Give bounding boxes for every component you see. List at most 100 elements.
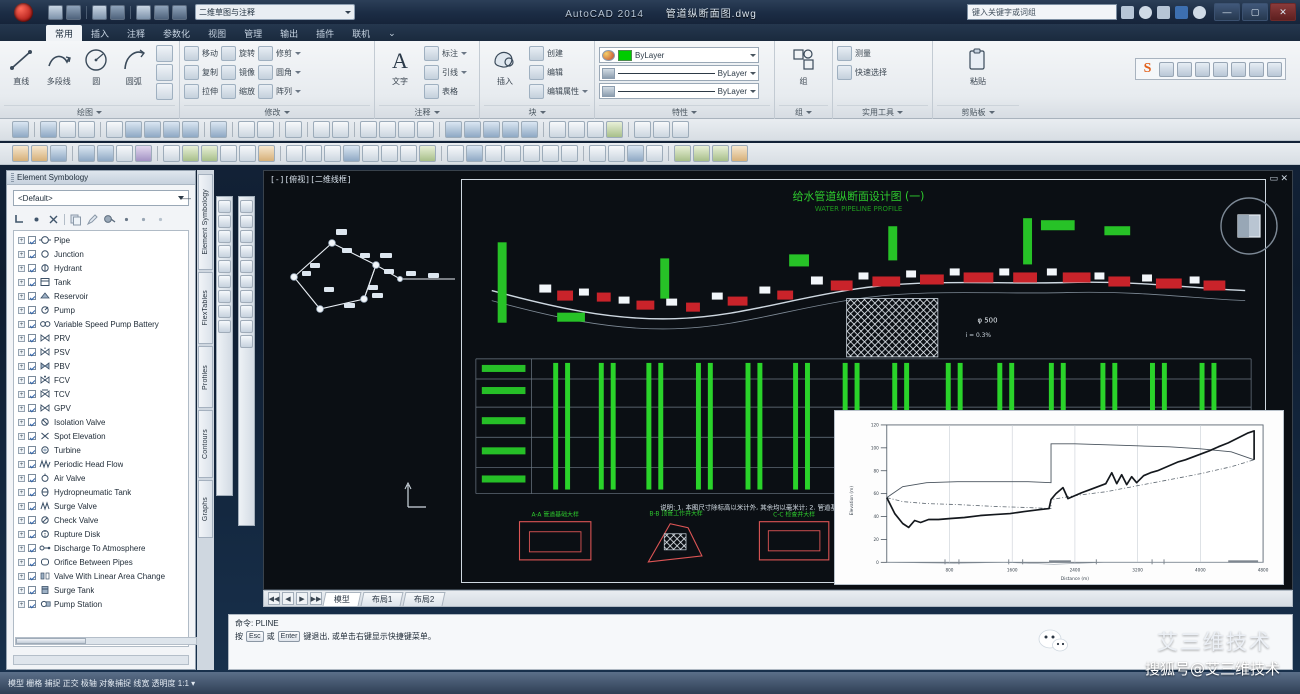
open-folder-icon[interactable] [66, 5, 81, 20]
toolbar-button[interactable] [59, 121, 76, 138]
toolbar-button[interactable] [201, 145, 218, 162]
expand-icon[interactable]: + [18, 587, 25, 594]
sidebar-tab-element-symbology[interactable]: Element Symbology [198, 174, 213, 270]
water-tool-icon[interactable] [218, 275, 231, 288]
water-tool-icon[interactable] [240, 245, 253, 258]
last-layout-button[interactable]: ▶▶ [310, 592, 322, 605]
toolbar-button[interactable] [398, 121, 415, 138]
toolbar-button[interactable] [504, 145, 521, 162]
annotation-table-button[interactable]: 表格 [424, 83, 467, 100]
symbology-list-item[interactable]: +Orifice Between Pipes [14, 555, 188, 569]
expand-icon[interactable]: + [18, 545, 25, 552]
expand-icon[interactable]: + [18, 601, 25, 608]
toolbar-button[interactable] [400, 145, 417, 162]
visibility-checkbox[interactable] [28, 418, 36, 426]
symbology-list-item[interactable]: +Spot Elevation [14, 429, 188, 443]
expand-icon[interactable]: + [18, 517, 25, 524]
block-edit-button[interactable]: 编辑 [529, 64, 588, 81]
symbology-list-item[interactable]: +Surge Valve [14, 499, 188, 513]
pipe-tool-icon[interactable] [1177, 62, 1192, 77]
toolbar-button[interactable] [674, 145, 691, 162]
help-icon[interactable] [1157, 6, 1170, 19]
minimize-button[interactable]: — [1214, 3, 1240, 21]
annotation-text-button[interactable]: A 文字 [379, 45, 421, 87]
drawing-canvas[interactable]: [-][俯视][二维线框] [263, 170, 1293, 590]
visibility-checkbox[interactable] [28, 502, 36, 510]
previous-layout-button[interactable]: ◀ [282, 592, 294, 605]
symbology-list-item[interactable]: +Junction [14, 247, 188, 261]
toolbar-button[interactable] [523, 145, 540, 162]
expand-icon[interactable]: + [18, 265, 25, 272]
panel-modify-title[interactable]: 修改 [184, 105, 370, 119]
close-button[interactable]: ✕ [1270, 3, 1296, 21]
toolbar-button[interactable] [286, 145, 303, 162]
toolbar-button[interactable] [634, 121, 651, 138]
draw-rectangle-button[interactable] [156, 45, 175, 62]
ribbon-tab-online[interactable]: 联机 [343, 25, 379, 41]
horizontal-scrollbar[interactable] [15, 637, 197, 645]
water-tool-icon[interactable] [218, 290, 231, 303]
modify-fillet-button[interactable]: 圆角 [258, 64, 301, 81]
toolbar-button[interactable] [210, 121, 227, 138]
water-tool-icon[interactable] [218, 260, 231, 273]
filter-icon[interactable] [1249, 62, 1264, 77]
expand-icon[interactable]: + [18, 251, 25, 258]
expand-icon[interactable]: + [18, 489, 25, 496]
wrench-icon[interactable] [1267, 62, 1282, 77]
toolbar-button[interactable] [332, 121, 349, 138]
toolbar-button[interactable] [324, 145, 341, 162]
sidebar-tab-contours[interactable]: Contours [198, 410, 213, 478]
clipboard-paste-button[interactable]: 粘贴 [957, 45, 999, 87]
toolbar-button[interactable] [257, 121, 274, 138]
visibility-checkbox[interactable] [28, 334, 36, 342]
visibility-checkbox[interactable] [28, 544, 36, 552]
paint-icon[interactable] [103, 213, 116, 226]
water-tool-icon[interactable] [240, 275, 253, 288]
expand-icon[interactable]: + [18, 335, 25, 342]
toolbar-button[interactable] [568, 121, 585, 138]
modify-array-button[interactable]: 阵列 [258, 83, 301, 100]
toolbar-button[interactable] [258, 145, 275, 162]
water-tool-icon[interactable] [240, 260, 253, 273]
dot-icon[interactable] [154, 213, 167, 226]
toolbar-button[interactable] [502, 121, 519, 138]
symbology-list-item[interactable]: +Surge Tank [14, 583, 188, 597]
panel-collapse-button[interactable]: — [182, 193, 191, 203]
visibility-checkbox[interactable] [28, 376, 36, 384]
toolbar-button[interactable] [466, 145, 483, 162]
expand-icon[interactable]: + [18, 503, 25, 510]
toolbar-button[interactable] [220, 145, 237, 162]
water-tool-icon[interactable] [240, 215, 253, 228]
toolbar-button[interactable] [608, 145, 625, 162]
toolbar-button[interactable] [343, 145, 360, 162]
add-icon[interactable] [30, 213, 43, 226]
ribbon-tab-insert[interactable]: 插入 [82, 25, 118, 41]
block-edit-attribute-button[interactable]: 编辑属性 [529, 83, 588, 100]
water-tool-icon[interactable] [218, 320, 231, 333]
viewport-label[interactable]: [-][俯视][二维线框] [270, 174, 352, 185]
toolbar-button[interactable] [447, 145, 464, 162]
toolbar-button[interactable] [712, 145, 729, 162]
toolbar-button[interactable] [646, 145, 663, 162]
visibility-checkbox[interactable] [28, 306, 36, 314]
layout-tab-layout1[interactable]: 布局1 [361, 592, 404, 606]
symbology-list-item[interactable]: +Hydropneumatic Tank [14, 485, 188, 499]
layer-icon[interactable] [1159, 62, 1174, 77]
expand-icon[interactable]: + [18, 279, 25, 286]
toolbar-button[interactable] [549, 121, 566, 138]
navigation-cube-icon[interactable] [1218, 195, 1280, 257]
maximize-button[interactable]: ▢ [1242, 3, 1268, 21]
dot-icon[interactable] [120, 213, 133, 226]
ribbon-tab-manage[interactable]: 管理 [235, 25, 271, 41]
water-tool-icon[interactable] [240, 305, 253, 318]
exchange-apps-icon[interactable] [1121, 6, 1134, 19]
save-as-icon[interactable] [110, 5, 125, 20]
expand-icon[interactable]: + [18, 461, 25, 468]
toolbar-button[interactable] [542, 145, 559, 162]
toolbar-button[interactable] [381, 145, 398, 162]
toolbar-button[interactable] [125, 121, 142, 138]
visibility-checkbox[interactable] [28, 474, 36, 482]
model-icon[interactable] [1231, 62, 1246, 77]
toolbar-button[interactable] [116, 145, 133, 162]
symbology-list-item[interactable]: +Check Valve [14, 513, 188, 527]
